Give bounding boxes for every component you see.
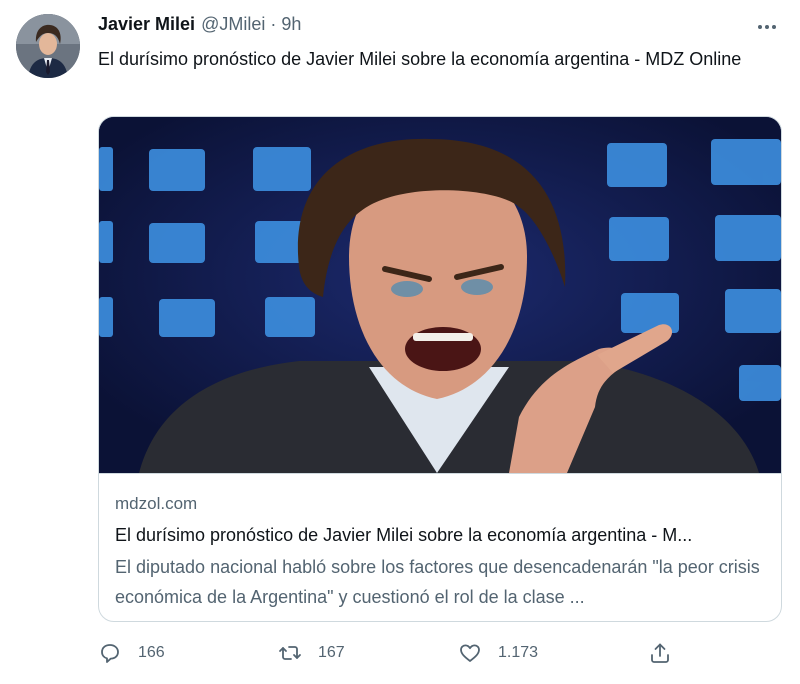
reply-count: 166 [138,644,165,661]
like-button[interactable]: 1.173 [458,636,538,670]
card-title: El durísimo pronóstico de Javier Milei s… [115,525,693,545]
tweet-header: Javier Milei @JMilei · 9h [98,14,301,38]
reply-button[interactable]: 166 [98,636,165,670]
heart-icon [460,644,480,662]
retweet-icon [279,646,301,660]
more-dot [758,25,762,29]
link-card[interactable]: mdzol.com El durísimo pronóstico de Javi… [98,116,782,622]
tweet-time[interactable]: 9h [281,14,301,35]
separator-dot: · [270,14,277,34]
tweet[interactable]: Javier Milei @JMilei · 9h El durísimo pr… [0,0,800,684]
card-description: El diputado nacional habló sobre los fac… [115,557,760,607]
card-image[interactable] [99,117,781,473]
card-photo [99,117,781,473]
avatar-image [16,14,80,78]
tweet-text: El durísimo pronóstico de Javier Milei s… [98,49,742,69]
more-icon[interactable] [752,16,782,38]
card-domain: mdzol.com [115,494,198,513]
more-dot [765,25,769,29]
more-dot [772,25,776,29]
retweet-count: 167 [318,644,345,661]
tweet-actions: 166 167 1.173 [98,636,678,670]
author-name[interactable]: Javier Milei [98,14,195,35]
author-handle[interactable]: @JMilei [201,14,265,35]
avatar[interactable] [16,14,80,78]
card-body[interactable]: mdzol.com El durísimo pronóstico de Javi… [99,473,781,621]
share-icon [651,643,669,663]
retweet-button[interactable]: 167 [278,636,345,670]
like-count: 1.173 [498,644,539,661]
reply-icon [101,644,119,663]
share-button[interactable] [648,636,672,670]
